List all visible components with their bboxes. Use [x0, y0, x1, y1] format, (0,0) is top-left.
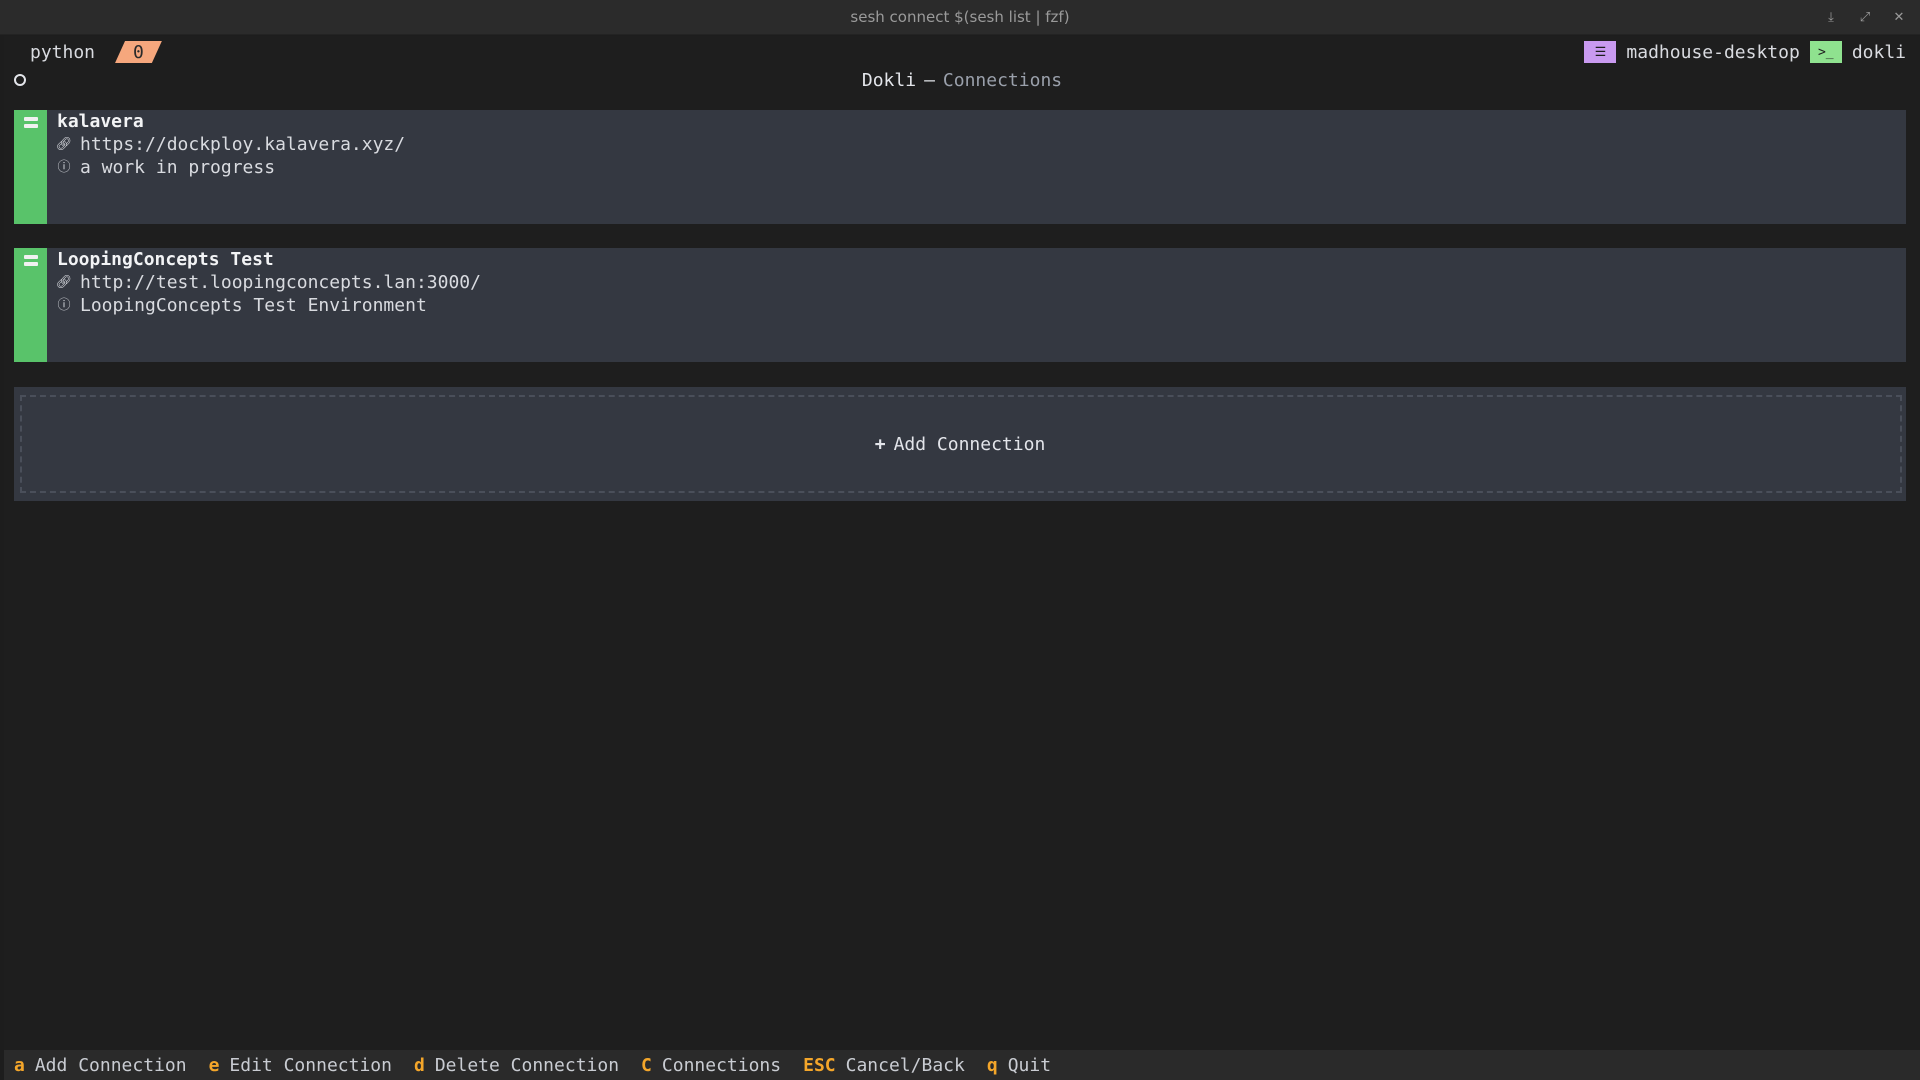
section-title: Connections: [942, 69, 1063, 91]
connection-name: LoopingConcepts Test: [57, 249, 274, 270]
server-icon: [24, 255, 38, 266]
server-icon: ☰: [1584, 41, 1617, 63]
connection-url: https://dockploy.kalavera.xyz/: [80, 134, 406, 155]
keybinding-delete-connection[interactable]: d Delete Connection: [414, 1055, 619, 1076]
link-icon: 🔗︎: [55, 275, 73, 290]
tmux-status-right: ☰ madhouse-desktop >_ dokli: [1584, 41, 1920, 63]
connection-card-loopingconcepts-test[interactable]: LoopingConcepts Test 🔗︎ http://test.loop…: [14, 248, 1906, 362]
maximize-icon[interactable]: ⤢: [1858, 10, 1872, 25]
keybinding-connections[interactable]: C Connections: [641, 1055, 781, 1076]
connection-description: a work in progress: [80, 157, 276, 178]
connection-card-kalavera[interactable]: kalavera 🔗︎ https://dockploy.kalavera.xy…: [14, 110, 1906, 224]
window-controls: ⤓ ⤢ ✕: [1824, 0, 1906, 35]
info-icon: ⓘ: [57, 298, 71, 313]
tmux-window-tab[interactable]: 0: [115, 41, 162, 63]
info-icon: ⓘ: [57, 160, 71, 175]
keybinding-cancel-back[interactable]: ESC Cancel/Back: [803, 1055, 965, 1076]
terminal[interactable]: python 0 ☰ madhouse-desktop >_ dokli Dok…: [0, 36, 1920, 1080]
add-connection-button[interactable]: + Add Connection: [14, 387, 1906, 501]
keybinding-edit-connection[interactable]: e Edit Connection: [209, 1055, 392, 1076]
tmux-status-bar: python 0 ☰ madhouse-desktop >_ dokli: [4, 36, 1920, 68]
keybinding-bar: a Add Connection e Edit Connection d Del…: [4, 1050, 1920, 1080]
tmux-session-name: python: [30, 41, 96, 63]
tmux-host-name: madhouse-desktop: [1626, 41, 1800, 63]
add-connection-label: Add Connection: [893, 433, 1046, 455]
connection-url: http://test.loopingconcepts.lan:3000/: [80, 272, 481, 293]
minimize-icon[interactable]: ⤓: [1824, 10, 1838, 25]
link-icon: 🔗︎: [55, 137, 73, 152]
tmux-app-name: dokli: [1851, 41, 1906, 63]
connection-status-stripe: [14, 248, 47, 362]
connection-status-stripe: [14, 110, 47, 224]
terminal-content: python 0 ☰ madhouse-desktop >_ dokli Dok…: [4, 36, 1920, 1080]
window-titlebar: sesh connect $(sesh list | fzf) ⤓ ⤢ ✕: [0, 0, 1920, 35]
title-separator: —: [924, 69, 935, 91]
plus-icon: +: [874, 433, 886, 455]
connection-description: LoopingConcepts Test Environment: [80, 295, 427, 316]
terminal-icon: >_: [1809, 41, 1842, 63]
close-icon[interactable]: ✕: [1892, 10, 1906, 25]
keybinding-quit[interactable]: q Quit: [987, 1055, 1051, 1076]
window-title: sesh connect $(sesh list | fzf): [850, 8, 1070, 26]
loading-indicator-icon: [14, 74, 26, 86]
app-title: Dokli: [861, 69, 917, 91]
app-header: Dokli — Connections: [4, 68, 1920, 92]
connection-name: kalavera: [57, 111, 144, 132]
keybinding-add-connection[interactable]: a Add Connection: [14, 1055, 187, 1076]
server-icon: [24, 117, 38, 128]
